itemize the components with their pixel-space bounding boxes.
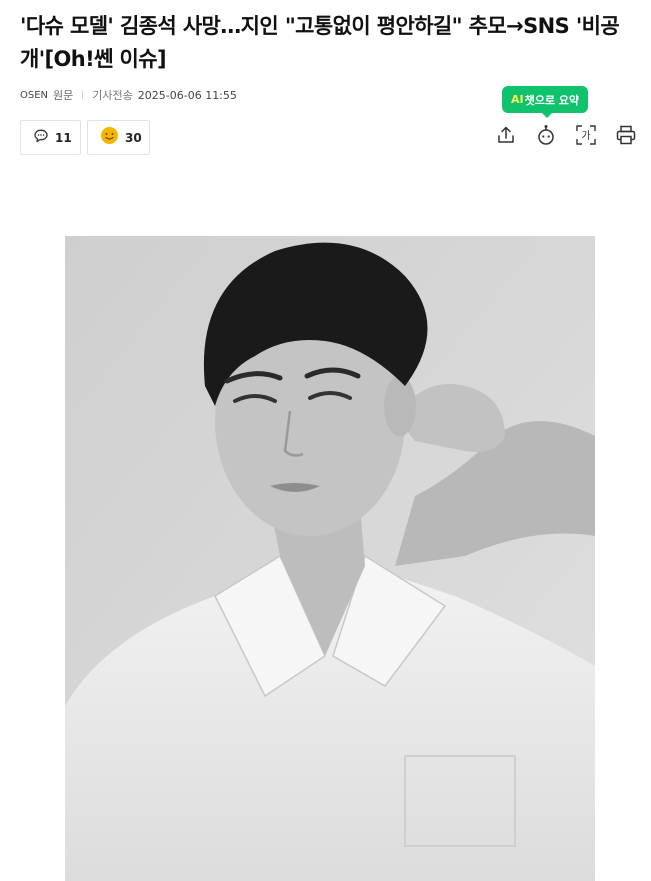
sent-label: 기사전송 — [92, 89, 133, 102]
bot-icon — [535, 124, 557, 150]
print-button[interactable] — [613, 124, 639, 150]
comment-icon — [33, 128, 49, 148]
article-meta: OSEN 원문 기사전송 2025-06-06 11:55 — [20, 87, 237, 103]
comment-button[interactable]: 11 — [20, 120, 81, 155]
article-title: '다슈 모델' 김종석 사망…지인 "고통없이 평안하길" 추모→SNS '비공… — [20, 14, 620, 71]
ai-summary-label: 챗으로 요약 — [524, 93, 580, 107]
meta-divider — [82, 91, 84, 99]
ai-label: AI — [511, 93, 524, 106]
print-icon — [615, 124, 637, 150]
emoji-reaction-button[interactable]: 30 — [87, 120, 150, 155]
emoji-reaction-count: 30 — [125, 130, 142, 145]
font-size-glyph: 가 — [581, 130, 590, 142]
share-button[interactable] — [493, 124, 519, 150]
article-photo — [65, 236, 595, 881]
ai-summary-button[interactable]: AI 챗으로 요약 — [502, 86, 589, 118]
share-icon — [496, 125, 516, 149]
font-size-icon: 가 — [575, 124, 597, 150]
press-name[interactable]: OSEN — [20, 90, 48, 101]
comment-count: 11 — [55, 130, 72, 145]
ai-bot-button[interactable] — [533, 124, 559, 150]
font-size-button[interactable]: 가 — [573, 124, 599, 150]
article-datetime: 2025-06-06 11:55 — [137, 88, 237, 102]
emoji-reaction-icon — [100, 126, 119, 149]
original-link[interactable]: 원문 — [53, 87, 73, 103]
